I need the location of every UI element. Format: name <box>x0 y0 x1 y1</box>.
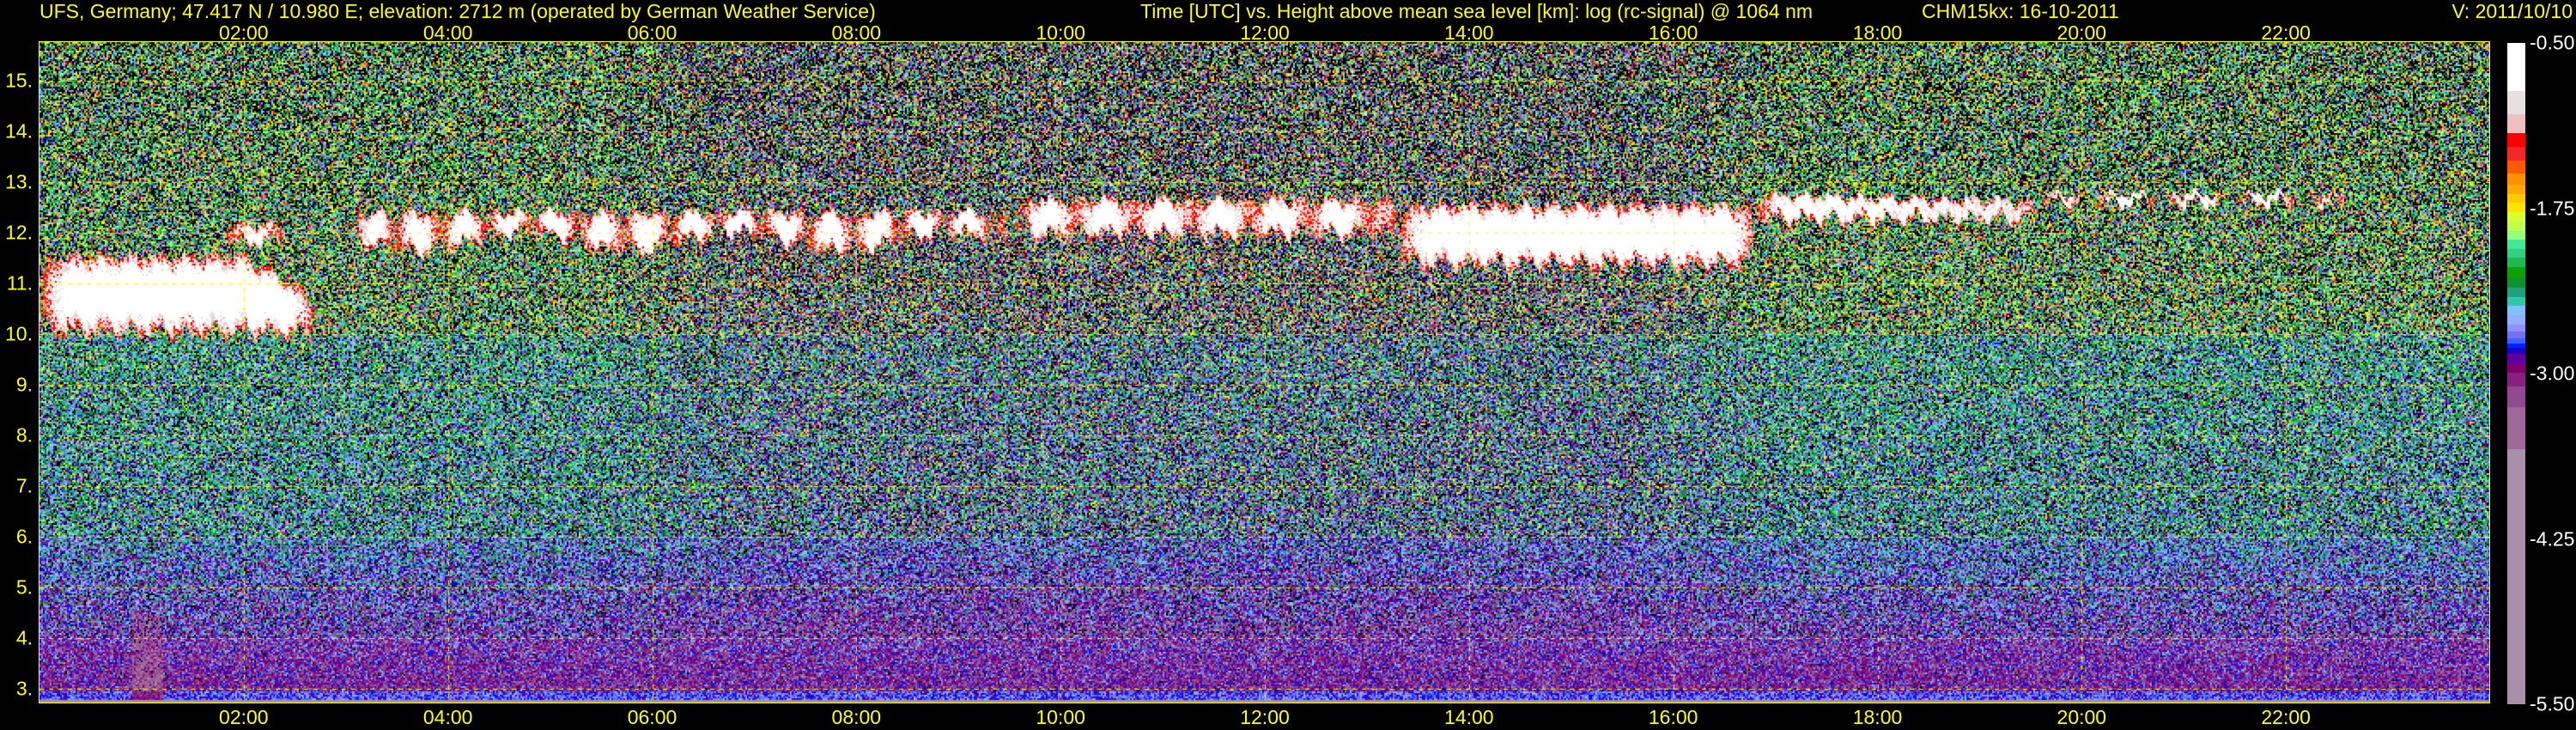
colorbar <box>2507 43 2525 705</box>
colorbar-segment <box>2507 146 2525 161</box>
colorbar-segment <box>2507 249 2525 259</box>
x-tick-label-bottom: 14:00 <box>1444 706 1494 728</box>
version-label: V: 2011/10/10 <box>2451 0 2573 22</box>
y-tick-label: 13. <box>5 170 33 193</box>
colorbar-segment <box>2507 287 2525 297</box>
y-tick-label: 6. <box>15 525 33 548</box>
x-tick-label-bottom: 08:00 <box>831 706 882 728</box>
y-tick-label: 12. <box>5 221 33 244</box>
x-tick-label-top: 18:00 <box>1852 21 1903 44</box>
y-tick-label: 14. <box>5 119 33 143</box>
colorbar-segment <box>2507 132 2525 148</box>
x-tick-label-top: 12:00 <box>1240 21 1290 44</box>
y-tick-label: 4. <box>15 626 33 649</box>
x-tick-label-bottom: 12:00 <box>1240 706 1290 728</box>
x-tick-label-top: 16:00 <box>1648 21 1698 44</box>
axis-title: Time [UTC] vs. Height above mean sea lev… <box>1140 0 1814 22</box>
colorbar-segment <box>2507 257 2525 268</box>
colorbar-segment <box>2507 194 2525 204</box>
colorbar-segment <box>2507 114 2525 134</box>
colorbar-tick-label: -1.75 <box>2530 197 2575 219</box>
x-tick-label-bottom: 22:00 <box>2261 706 2311 728</box>
colorbar-segment <box>2507 203 2525 213</box>
colorbar-segment <box>2507 296 2525 307</box>
colorbar-segment <box>2507 173 2525 186</box>
x-tick-label-top: 02:00 <box>219 21 269 44</box>
x-tick-label-top: 04:00 <box>422 21 473 44</box>
instrument-date: CHM15kx: 16-10-2011 <box>1922 0 2119 22</box>
x-tick-label-top: 06:00 <box>627 21 677 44</box>
x-tick-label-bottom: 06:00 <box>627 706 677 728</box>
x-tick-label-bottom: 02:00 <box>219 706 269 728</box>
y-tick-label: 3. <box>15 677 33 700</box>
y-tick-label: 15. <box>5 69 33 92</box>
colorbar-segment <box>2507 449 2525 705</box>
colorbar-segment <box>2507 230 2525 240</box>
colorbar-segment <box>2507 90 2525 115</box>
colorbar-segment <box>2507 363 2525 374</box>
colorbar-segment <box>2507 306 2525 316</box>
colorbar-segment <box>2507 277 2525 289</box>
colorbar-segment <box>2507 211 2525 222</box>
x-tick-label-top: 14:00 <box>1444 21 1494 44</box>
colorbar-tick-label: -4.25 <box>2530 527 2575 550</box>
y-tick-label: 5. <box>15 575 33 599</box>
backscatter-heatmap <box>39 42 2490 703</box>
x-tick-label-bottom: 18:00 <box>1852 706 1903 728</box>
y-tick-label: 9. <box>15 373 33 396</box>
colorbar-segment <box>2507 240 2525 250</box>
colorbar-segment <box>2507 406 2525 450</box>
colorbar-tick-label: -3.00 <box>2530 362 2575 385</box>
x-tick-label-bottom: 20:00 <box>2057 706 2107 728</box>
x-tick-label-top: 08:00 <box>831 21 882 44</box>
y-tick-label: 8. <box>15 423 33 447</box>
colorbar-segment <box>2507 221 2525 231</box>
x-tick-label-top: 22:00 <box>2261 21 2311 44</box>
site-title: UFS, Germany; 47.417 N / 10.980 E; eleva… <box>39 0 876 22</box>
x-tick-label-bottom: 04:00 <box>422 706 473 728</box>
colorbar-segment <box>2507 43 2525 92</box>
colorbar-tick-label: -5.50 <box>2530 692 2575 715</box>
y-tick-label: 10. <box>5 322 33 345</box>
y-tick-label: 11. <box>6 271 33 295</box>
colorbar-segment <box>2507 386 2525 407</box>
colorbar-segment <box>2507 372 2525 387</box>
x-tick-label-top: 20:00 <box>2057 21 2107 44</box>
colorbar-segment <box>2507 185 2525 195</box>
colorbar-tick-label: -0.50 <box>2530 31 2575 54</box>
x-tick-label-bottom: 10:00 <box>1036 706 1085 728</box>
x-tick-label-bottom: 16:00 <box>1648 706 1698 728</box>
colorbar-segment <box>2507 161 2525 174</box>
colorbar-segment <box>2507 315 2525 325</box>
x-tick-label-top: 10:00 <box>1036 21 1085 44</box>
colorbar-segment <box>2507 354 2525 364</box>
colorbar-segment <box>2507 266 2525 278</box>
y-tick-label: 7. <box>15 474 33 497</box>
